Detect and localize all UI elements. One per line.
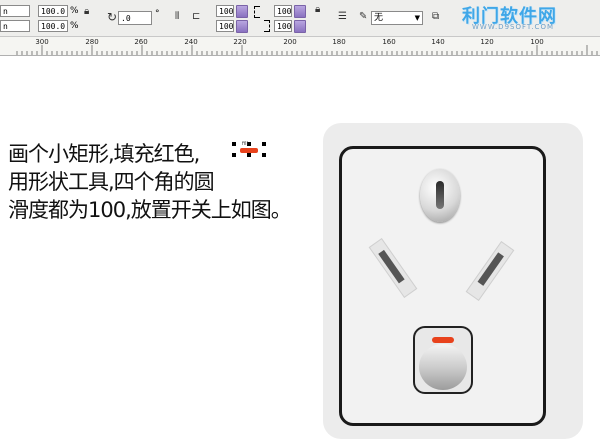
corner-lock-icon[interactable]: 🔒︎ [315, 4, 320, 16]
watermark-url: WWW.D9SOFT.COM [472, 23, 554, 31]
selection-handle [262, 142, 266, 146]
corner-bottom-right-field[interactable]: 100 [274, 20, 292, 32]
property-bar: n n 100.0 % 100.0 % 🔒︎ ↻ .0 ° ⫴ ⊏ 100 10… [0, 0, 600, 37]
outline-width-select[interactable]: 无 ▼ [371, 11, 423, 25]
ruler-label: 180 [332, 38, 346, 46]
ruler-label: 240 [184, 38, 198, 46]
instruction-line-1: 画个小矩形,填充红色, [8, 142, 200, 166]
corner-lock-top-button[interactable] [236, 5, 248, 18]
scale-x-field[interactable]: 100.0 [38, 5, 68, 17]
mirror-vertical-icon[interactable]: ⊏ [192, 11, 200, 23]
mini-rectangle-preview: fill [232, 141, 266, 157]
ruler-label: 260 [134, 38, 148, 46]
chevron-down-icon: ▼ [414, 14, 420, 22]
rotate-icon: ↻ [107, 10, 118, 24]
lock-icon[interactable]: 🔒︎ [84, 6, 89, 18]
position-x-field[interactable]: n [0, 5, 30, 17]
instruction-line-3: 滑度都为100,放置开关上如图。 [8, 198, 292, 222]
corner-round-right-icon[interactable] [264, 20, 270, 32]
ruler-label: 220 [233, 38, 247, 46]
scale-x-unit: % [70, 6, 79, 16]
earth-slot [436, 181, 444, 209]
selection-handle [232, 142, 236, 146]
wrap-text-icon[interactable]: ☰ [338, 11, 347, 23]
corner-bottom-right-button[interactable] [294, 20, 306, 33]
position-y-field[interactable]: n [0, 20, 30, 32]
switch-button [419, 344, 467, 390]
ruler-label: 280 [85, 38, 99, 46]
corner-top-right-button[interactable] [294, 5, 306, 18]
mirror-horizontal-icon[interactable]: ⫴ [175, 11, 179, 23]
selection-handle [232, 153, 236, 157]
pen-outline-icon: ✎ [359, 11, 368, 22]
scale-y-unit: % [70, 21, 79, 31]
ruler-label: 120 [480, 38, 494, 46]
selection-handle [247, 153, 251, 157]
horizontal-ruler[interactable]: 300 280 260 240 220 200 180 160 140 120 … [0, 37, 600, 56]
degree-unit: ° [155, 9, 160, 19]
copy-properties-icon[interactable]: ⧉ [432, 11, 439, 23]
corner-lock-bottom-button[interactable] [236, 20, 248, 33]
instruction-line-2: 用形状工具,四个角的圆 [8, 170, 215, 194]
red-rounded-rectangle [240, 148, 258, 153]
switch-indicator-red [432, 337, 454, 343]
mini-label: fill [242, 141, 248, 147]
corner-top-left-field[interactable]: 100 [216, 5, 234, 17]
scale-y-field[interactable]: 100.0 [38, 20, 68, 32]
ruler-label: 160 [382, 38, 396, 46]
ruler-label: 100 [530, 38, 544, 46]
ruler-label: 200 [283, 38, 297, 46]
ruler-label: 140 [431, 38, 445, 46]
corner-top-right-field[interactable]: 100 [274, 5, 292, 17]
corner-bottom-left-field[interactable]: 100 [216, 20, 234, 32]
rotation-angle-field[interactable]: .0 [118, 11, 152, 25]
site-watermark: 利门软件网 WWW.D9SOFT.COM [462, 2, 582, 34]
ruler-label: 300 [35, 38, 49, 46]
selection-handle [262, 153, 266, 157]
outline-width-value: 无 [374, 13, 384, 23]
corner-round-left-icon[interactable] [254, 6, 260, 18]
